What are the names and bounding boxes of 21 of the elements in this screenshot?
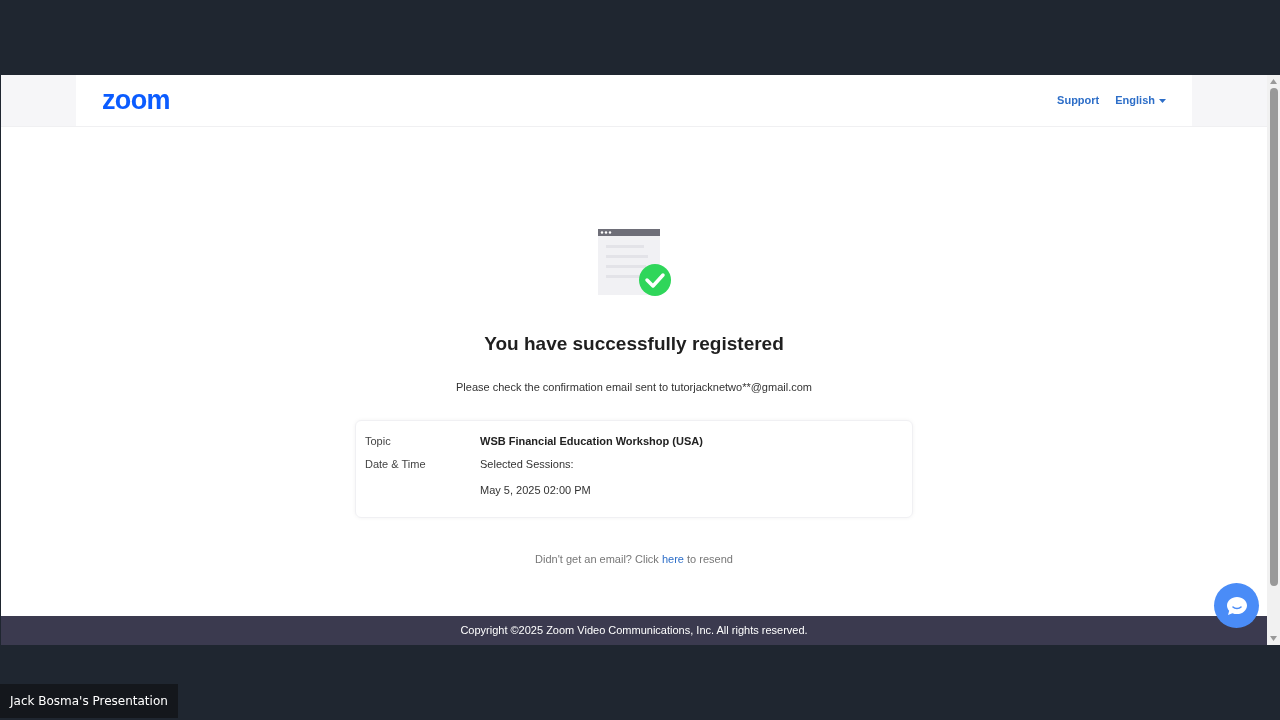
success-heading: You have successfully registered [484,332,784,356]
resend-link[interactable]: here [661,553,684,565]
scroll-up-icon [1270,79,1277,84]
resend-message: Didn't get an email? Click here to resend [535,552,733,567]
detail-value: Selected Sessions: [480,456,575,472]
detail-label: Topic [365,434,392,449]
scroll-down-icon [1270,636,1277,641]
confirmation-message: Please check the confirmation email sent to tutorjacknetwo**@gmail.com [456,379,812,395]
support-link[interactable]: Support [1057,92,1100,109]
detail-value: May 5, 2025 02:00 PM [480,483,591,498]
registration-success-icon [596,227,672,297]
presenter-label: Jack Bosma's Presentation [0,684,178,718]
language-dropdown[interactable]: English [1115,92,1166,109]
copyright-text: Copyright ©2025 Zoom Video Communications, Inc. All rights reserved. [460,623,808,639]
caret-icon [1159,98,1166,103]
chat-icon [1225,595,1248,616]
scrollbar[interactable] [1267,75,1280,645]
chat-button[interactable] [1214,583,1259,628]
detail-label: Date & Time [365,456,427,472]
detail-value: WSB Financial Education Workshop (USA) [480,434,703,449]
zoom-logo[interactable]: zoom [102,87,170,114]
